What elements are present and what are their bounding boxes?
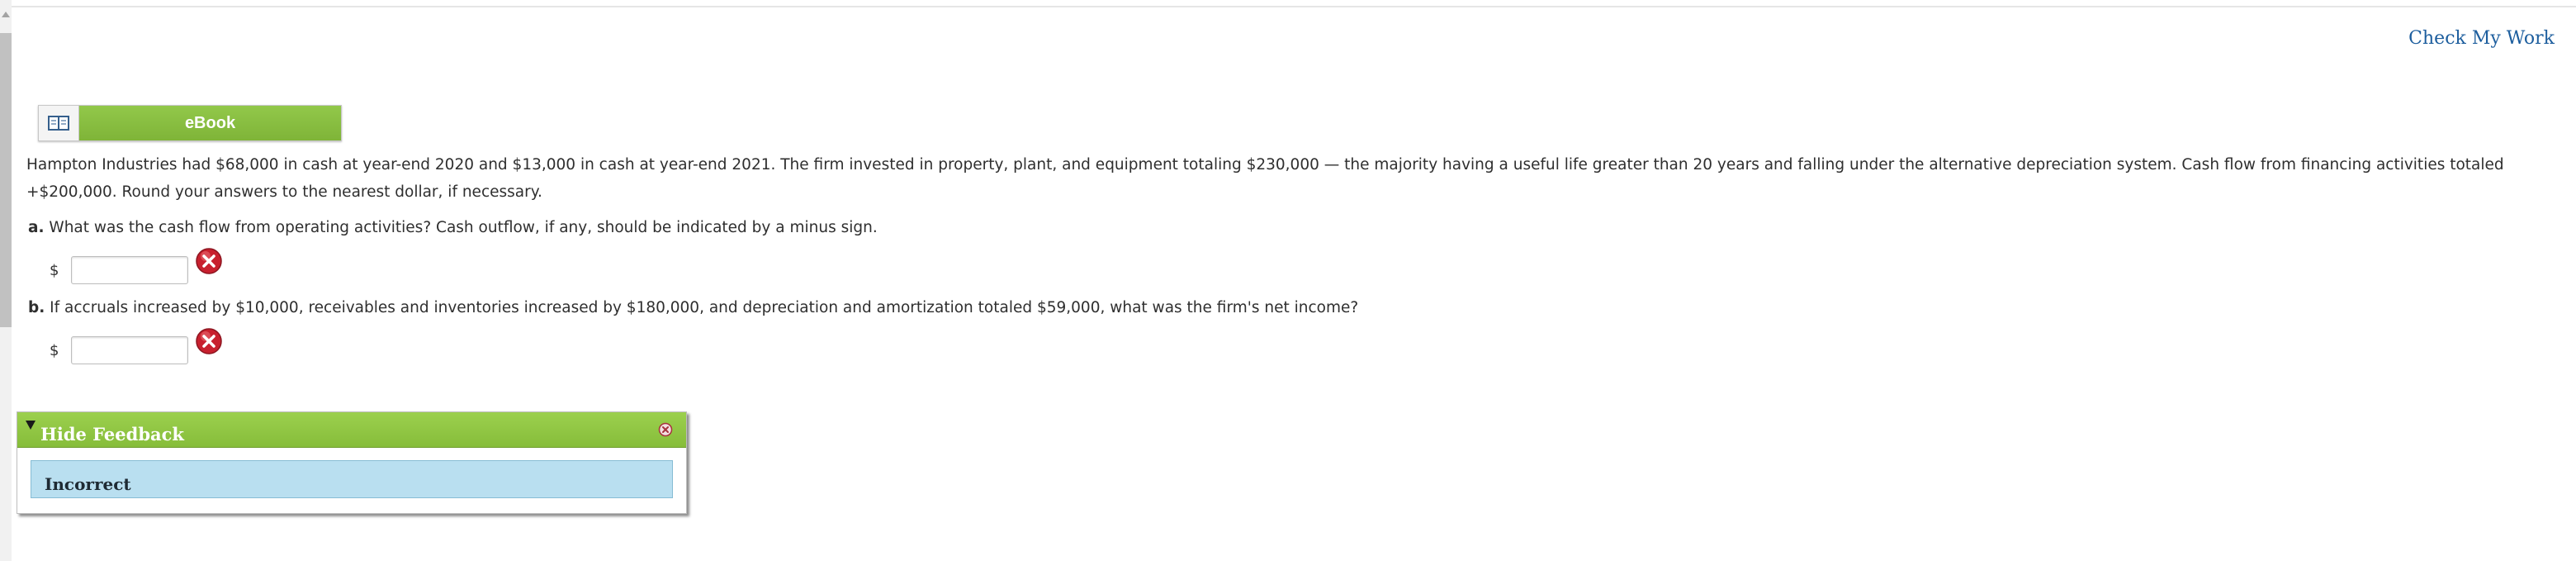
currency-symbol: $: [50, 261, 59, 279]
incorrect-x-icon: [195, 327, 223, 359]
part-b-text: If accruals increased by $10,000, receiv…: [50, 299, 1359, 316]
scroll-up-arrow-icon[interactable]: [2, 12, 10, 17]
feedback-panel: Hide Feedback Incorrect: [17, 411, 687, 514]
close-icon[interactable]: [658, 422, 673, 440]
incorrect-x-icon: [195, 247, 223, 278]
scrollbar-thumb[interactable]: [0, 33, 12, 327]
part-a-letter: a.: [28, 219, 45, 236]
hide-feedback-label: Hide Feedback: [40, 424, 184, 445]
part-a-answer-row: $: [50, 248, 223, 284]
question-text: Hampton Industries had $68,000 in cash a…: [26, 156, 2504, 201]
part-b-letter: b.: [28, 299, 45, 316]
book-icon: [39, 106, 79, 140]
part-b-answer-input[interactable]: [71, 336, 188, 364]
hide-feedback-toggle[interactable]: Hide Feedback: [17, 412, 686, 448]
feedback-result-banner: Incorrect: [31, 460, 673, 498]
part-a-prompt: a. What was the cash flow from operating…: [28, 219, 878, 236]
part-b-prompt: b. If accruals increased by $10,000, rec…: [28, 299, 1358, 316]
page: Check My Work eBook Hampton Industries h…: [0, 0, 2576, 561]
feedback-result-text: Incorrect: [45, 474, 131, 494]
top-divider: [0, 0, 2576, 7]
triangle-down-icon: [26, 421, 36, 430]
part-a-text: What was the cash flow from operating ac…: [49, 219, 878, 236]
part-a-answer-input[interactable]: [71, 256, 188, 284]
part-b-answer-row: $: [50, 328, 223, 364]
ebook-button[interactable]: eBook: [38, 105, 342, 141]
ebook-label: eBook: [79, 106, 341, 140]
currency-symbol: $: [50, 341, 59, 359]
vertical-scrollbar[interactable]: [0, 0, 12, 561]
check-my-work-link[interactable]: Check My Work: [2408, 28, 2555, 49]
